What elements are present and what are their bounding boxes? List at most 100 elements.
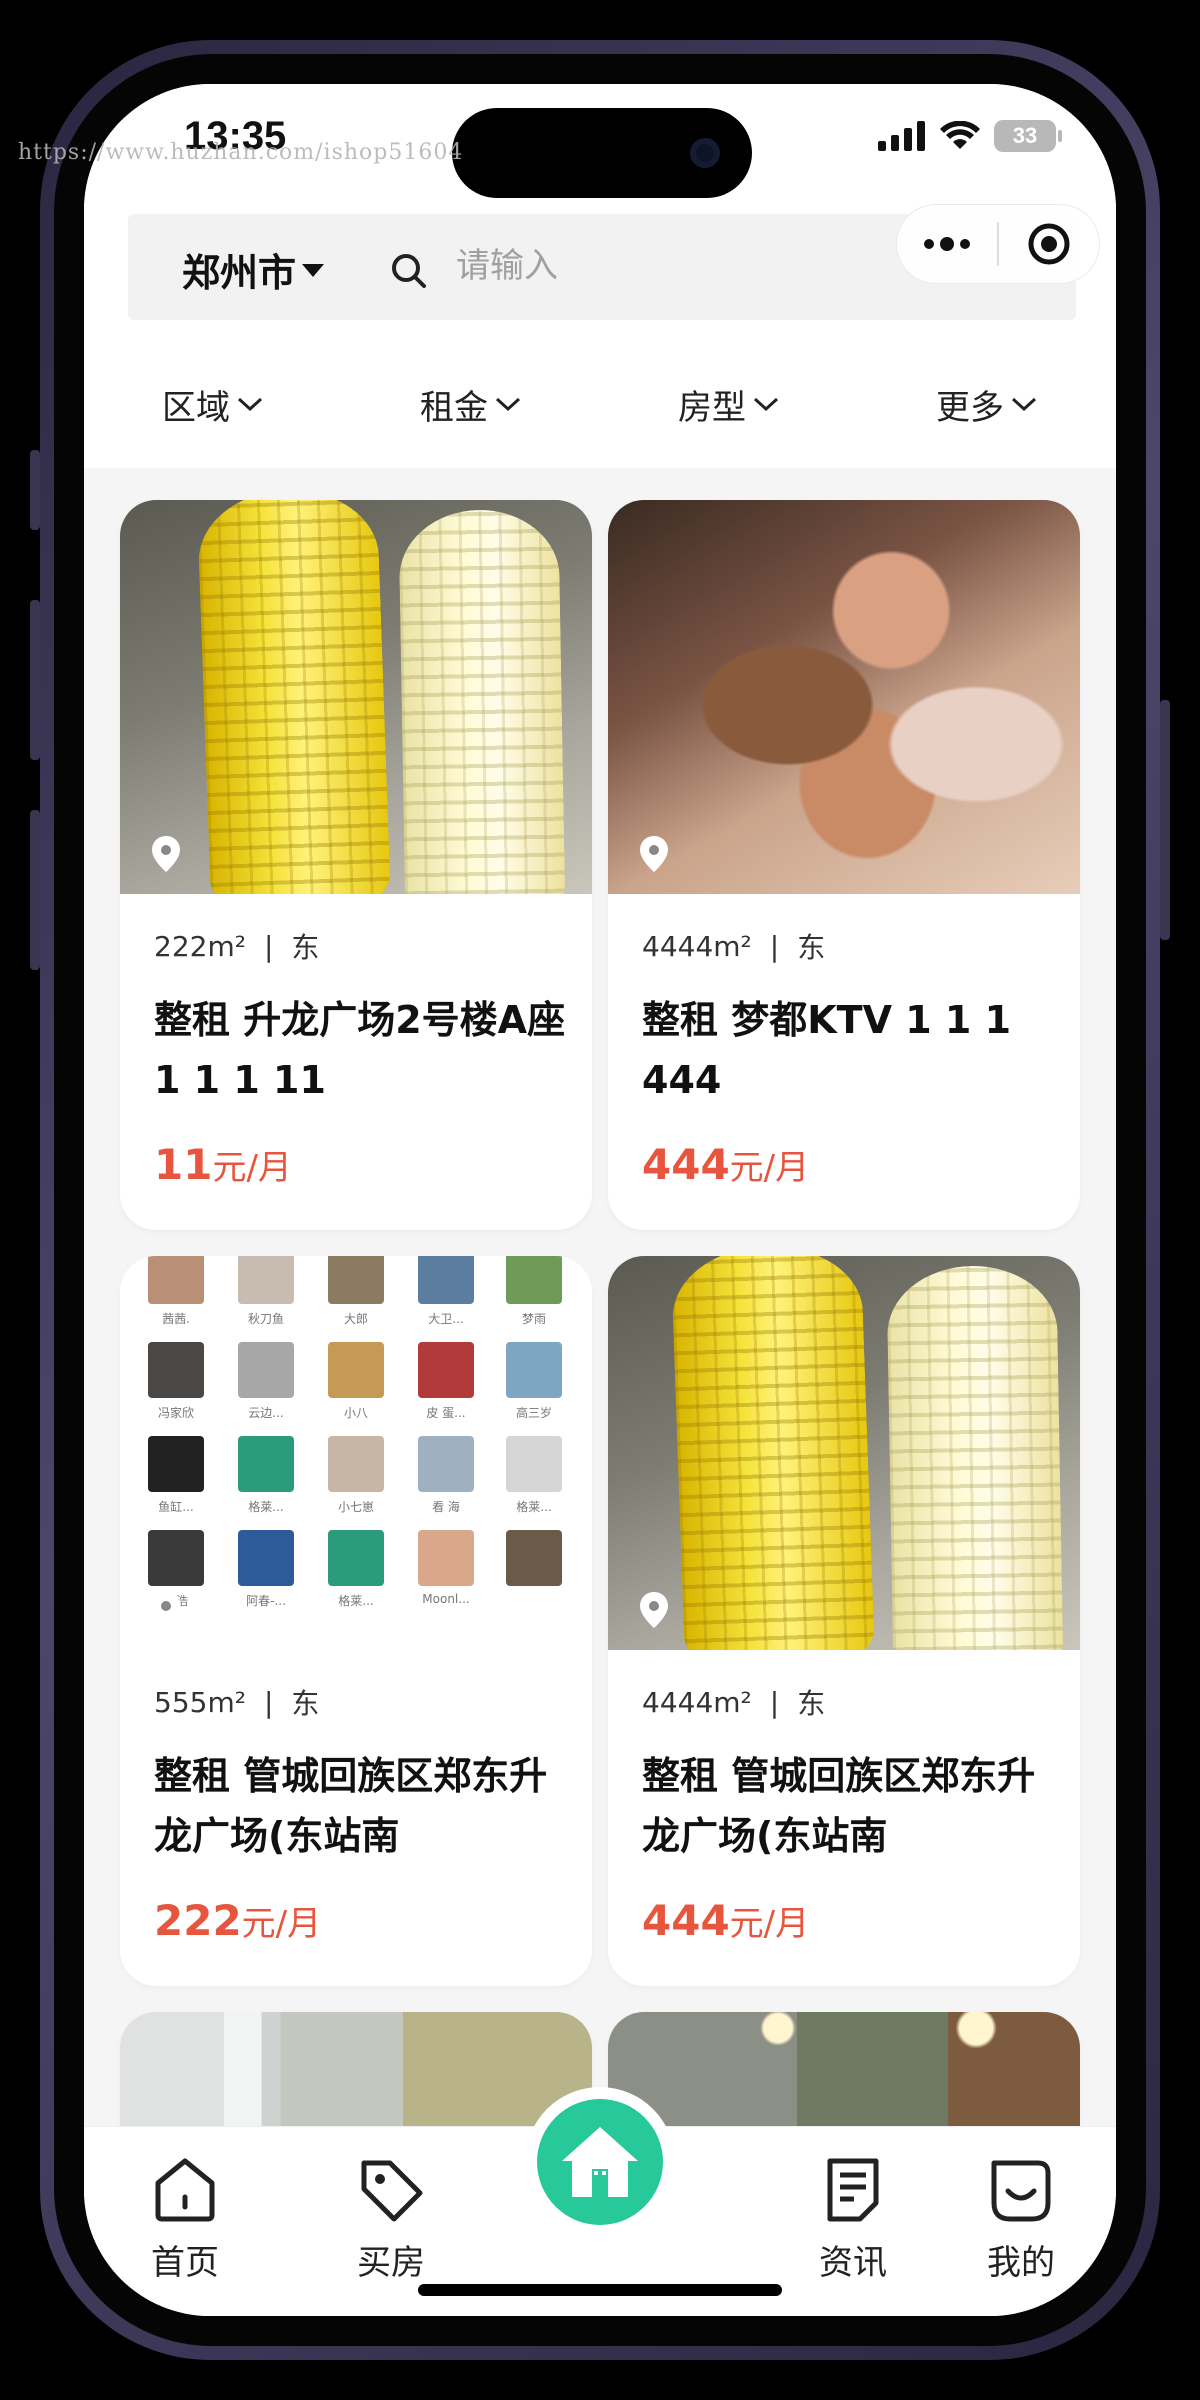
contact-name: 茜茜. (162, 1312, 190, 1326)
avatar (148, 1342, 204, 1398)
home-outline-icon (155, 2158, 215, 2222)
listing-meta: 4444m² | 东 (642, 1682, 825, 1722)
filter-region[interactable]: 区域 (84, 364, 342, 444)
center-home-button-wrap (525, 2087, 675, 2237)
avatar (418, 1256, 474, 1304)
mute-switch (30, 450, 40, 530)
area-value: 4444m² (642, 929, 752, 963)
wifi-icon (940, 121, 980, 149)
meta-separator: | (769, 929, 780, 963)
app-screen: 13:35 33 郑州市 请输入 区域 租金 房型 更多 222m² | 东 整… (84, 84, 1116, 2316)
avatar (238, 1436, 294, 1492)
listing-card[interactable]: 222m² | 东 整租 升龙广场2号楼A座 1 1 1 11 11 元/月 (120, 500, 592, 1230)
price-value: 444 (642, 1896, 730, 1945)
tab-news[interactable]: 资讯 (788, 2155, 918, 2284)
front-camera-icon (690, 138, 720, 168)
document-icon (827, 2158, 879, 2222)
close-miniprogram-button[interactable] (999, 205, 1099, 283)
listing-title: 整租 升龙广场2号楼A座 1 1 1 11 (154, 998, 566, 1102)
contact-thumbnail (506, 1530, 562, 1592)
watermark: https://www.huzhan.com/ishop51604 (18, 140, 464, 165)
area-value: 555m² (154, 1685, 246, 1719)
caret-down-icon (302, 263, 325, 277)
listing-price: 11 元/月 (154, 1140, 292, 1189)
contact-thumbnail: 高三岁 (506, 1342, 562, 1421)
contact-name: 格莱... (338, 1594, 374, 1608)
tab-profile[interactable]: 我的 (956, 2155, 1086, 2284)
price-value: 11 (154, 1140, 213, 1189)
price-unit: 元/月 (729, 1148, 810, 1188)
tab-label: 买房 (357, 2243, 425, 2283)
listing-card[interactable]: 茜茜. 秋刀鱼 大郎 大卫... 梦雨 冯家欣 云边... 小八 皮 蛋... 高三岁 鱼缸... 格… (120, 1256, 592, 1986)
avatar (418, 1342, 474, 1398)
contact-thumbnail: 大郎 (328, 1256, 384, 1327)
city-selector[interactable]: 郑州市 (182, 242, 326, 297)
filter-label: 更多 (936, 387, 1004, 428)
filter-rent[interactable]: 租金 (342, 364, 600, 444)
price-value: 222 (154, 1896, 242, 1945)
orientation: 东 (291, 1687, 320, 1720)
orientation: 东 (291, 931, 320, 964)
avatar (506, 1436, 562, 1492)
contact-thumbnail: 茜茜. (148, 1256, 204, 1327)
miniprogram-capsule (896, 204, 1100, 284)
filter-more[interactable]: 更多 (858, 364, 1116, 444)
center-home-button[interactable] (537, 2099, 663, 2225)
tab-home[interactable]: 首页 (120, 2155, 250, 2284)
corn-photo (608, 1256, 1080, 1650)
tab-label: 首页 (151, 2243, 219, 2283)
price-unit: 元/月 (729, 1904, 810, 1944)
contact-name: 鱼缸... (158, 1500, 194, 1514)
contact-thumbnail: 秋刀鱼 (238, 1256, 294, 1327)
contact-thumbnail: 鱼缸... (148, 1436, 204, 1515)
orientation: 东 (797, 1687, 826, 1720)
price-unit: 元/月 (212, 1148, 292, 1188)
tab-buy-house[interactable]: 买房 (326, 2155, 456, 2284)
avatar (148, 1436, 204, 1492)
volume-down-button (30, 810, 40, 970)
home-filled-icon (562, 2127, 638, 2197)
listing-card[interactable]: 4444m² | 东 整租 管城回族区郑东升龙广场(东站南 444 元/月 (608, 1256, 1080, 1986)
contact-thumbnail: 云边... (238, 1342, 294, 1421)
contact-name: 皮 蛋... (426, 1406, 466, 1420)
avatar (238, 1342, 294, 1398)
listing-photo: 茜茜. 秋刀鱼 大郎 大卫... 梦雨 冯家欣 云边... 小八 皮 蛋... 高三岁 鱼缸... 格… (120, 1256, 592, 1650)
filter-bar: 区域 租金 房型 更多 (84, 364, 1116, 444)
target-circle-icon (1028, 223, 1070, 265)
contact-name: Moonl... (422, 1592, 470, 1606)
listing-photo (608, 1256, 1080, 1650)
home-indicator (418, 2284, 782, 2296)
avatar (328, 1436, 384, 1492)
more-menu-button[interactable] (897, 205, 997, 283)
orientation: 东 (797, 931, 826, 964)
contact-name: 冯家欣 (157, 1406, 194, 1420)
chevron-down-icon (237, 397, 263, 412)
avatar (328, 1342, 384, 1398)
price-value: 444 (642, 1140, 730, 1189)
listing-photo (120, 500, 592, 894)
listing-card[interactable]: 4444m² | 东 整租 梦都KTV 1 1 1 444 444 元/月 (608, 500, 1080, 1230)
avatar (148, 1256, 204, 1304)
contact-thumbnail: 小八 (328, 1342, 384, 1421)
contact-thumbnail: 大卫... (418, 1256, 474, 1327)
contact-thumbnail: Moonl... (418, 1530, 474, 1606)
contact-name: 大郎 (343, 1312, 368, 1326)
location-pin-icon (640, 836, 668, 872)
contact-thumbnail: 阿春-... (238, 1530, 294, 1609)
contact-thumbnail: 看 海 (418, 1436, 474, 1515)
search-input[interactable] (454, 238, 734, 294)
meta-separator: | (263, 1685, 274, 1719)
contact-name: 高三岁 (515, 1406, 552, 1420)
dynamic-island (452, 108, 752, 198)
battery-icon: 33 (994, 120, 1062, 152)
filter-room-type[interactable]: 房型 (600, 364, 858, 444)
contact-name: 阿春-... (246, 1594, 286, 1608)
avatar (328, 1256, 384, 1304)
meta-separator: | (263, 929, 274, 963)
contact-name: 秋刀鱼 (247, 1312, 284, 1326)
couple-photo (608, 500, 1080, 894)
avatar (328, 1530, 384, 1586)
tab-label: 我的 (987, 2243, 1055, 2283)
listing-title: 整租 管城回族区郑东升龙广场(东站南 (642, 1754, 1036, 1858)
contact-thumbnail: 格莱... (328, 1530, 384, 1609)
